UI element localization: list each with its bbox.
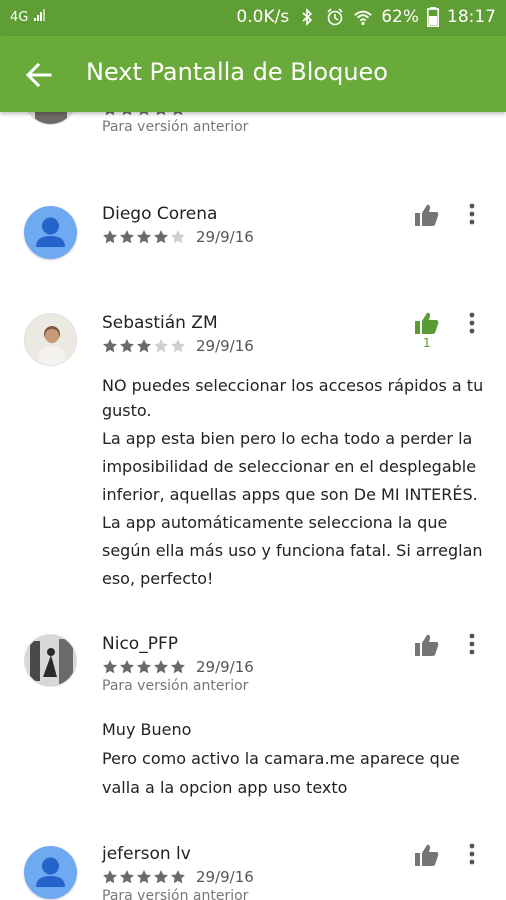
review-title: NO puedes seleccionar los accesos rápido… xyxy=(102,376,484,420)
review-date: 29/9/16 xyxy=(196,337,254,355)
reviewer-name: Sebastián ZM xyxy=(102,313,218,333)
more-options-icon[interactable] xyxy=(466,632,478,656)
signal-icon xyxy=(33,9,45,21)
review-item: Para versión anterior xyxy=(0,112,506,142)
rating-stars xyxy=(102,229,186,245)
avatar[interactable] xyxy=(24,634,77,687)
review-text: NO puedes seleccionar los accesos rápido… xyxy=(102,373,492,593)
star-filled-icon xyxy=(173,112,183,116)
rating-stars xyxy=(102,112,186,117)
star-filled-icon xyxy=(137,339,151,353)
star-filled-icon xyxy=(122,112,132,116)
review-body: La app esta bien pero lo echa todo a per… xyxy=(102,429,483,588)
avatar[interactable] xyxy=(24,313,77,366)
network-speed: 0.0K/s xyxy=(236,7,290,27)
star-filled-icon xyxy=(103,339,117,353)
reviewer-name: jeferson lv xyxy=(102,844,191,864)
thumbs-up-icon[interactable] xyxy=(414,310,440,336)
review-item: Sebastián ZM 29/9/16 1 NO puedes selecci… xyxy=(0,309,506,599)
review-title: Muy Bueno xyxy=(102,720,192,739)
thumbs-up-icon[interactable] xyxy=(414,202,440,228)
star-empty-icon xyxy=(171,230,185,244)
helpful-count: 1 xyxy=(423,336,431,350)
rating-stars xyxy=(102,338,186,354)
page-title: Next Pantalla de Bloqueo xyxy=(86,58,388,86)
star-filled-icon xyxy=(120,660,134,674)
bluetooth-icon xyxy=(302,8,313,26)
star-filled-icon xyxy=(120,870,134,884)
network-indicator: 4G xyxy=(10,9,48,25)
network-type: 4G xyxy=(10,10,29,25)
more-options-icon[interactable] xyxy=(466,842,478,866)
review-date: 29/9/16 xyxy=(196,228,254,246)
star-filled-icon xyxy=(154,870,168,884)
alarm-icon xyxy=(327,8,343,26)
thumbs-up-icon[interactable] xyxy=(414,842,440,868)
more-options-icon[interactable] xyxy=(466,202,478,226)
star-filled-icon xyxy=(120,230,134,244)
star-empty-icon xyxy=(171,339,185,353)
review-date: 29/9/16 xyxy=(196,658,254,676)
version-note: Para versión anterior xyxy=(102,678,249,694)
star-filled-icon xyxy=(137,660,151,674)
app-bar: Next Pantalla de Bloqueo xyxy=(0,36,506,112)
reviewer-name: Nico_PFP xyxy=(102,634,178,654)
star-filled-icon xyxy=(154,660,168,674)
avatar xyxy=(24,112,77,125)
rating-stars xyxy=(102,869,186,885)
star-filled-icon xyxy=(103,870,117,884)
battery-icon xyxy=(427,7,439,27)
star-filled-icon xyxy=(105,112,115,116)
battery-percent: 62% xyxy=(381,7,419,27)
star-filled-icon xyxy=(103,660,117,674)
star-filled-icon xyxy=(154,230,168,244)
review-item: jeferson lv 29/9/16 Para versión anterio… xyxy=(0,840,506,900)
thumbs-up-icon[interactable] xyxy=(414,632,440,658)
star-filled-icon xyxy=(156,112,166,116)
more-options-icon[interactable] xyxy=(466,311,478,335)
star-filled-icon xyxy=(171,660,185,674)
review-body: Pero como activo la camara.me aparece qu… xyxy=(102,749,460,797)
avatar[interactable] xyxy=(24,206,77,259)
rating-stars xyxy=(102,659,186,675)
star-filled-icon xyxy=(137,870,151,884)
version-note: Para versión anterior xyxy=(102,888,249,900)
star-filled-icon xyxy=(137,230,151,244)
reviewer-name: Diego Corena xyxy=(102,204,218,224)
reviews-list[interactable]: Para versión anterior Diego Corena 29/9/… xyxy=(0,112,506,900)
status-right: 0.0K/s 62% 18:17 xyxy=(236,7,496,27)
star-filled-icon xyxy=(171,870,185,884)
review-date: 29/9/16 xyxy=(196,868,254,886)
review-item: Diego Corena 29/9/16 xyxy=(0,200,506,280)
review-item: Nico_PFP 29/9/16 Para versión anterior M… xyxy=(0,630,506,820)
review-text: Muy Bueno Pero como activo la camara.me … xyxy=(102,715,492,802)
star-filled-icon xyxy=(103,230,117,244)
arrow-back-icon[interactable] xyxy=(22,58,56,92)
clock: 18:17 xyxy=(447,7,496,27)
star-filled-icon xyxy=(120,339,134,353)
star-empty-icon xyxy=(154,339,168,353)
star-filled-icon xyxy=(139,112,149,116)
version-note: Para versión anterior xyxy=(102,119,249,135)
wifi-icon xyxy=(354,10,372,25)
avatar[interactable] xyxy=(24,846,77,899)
status-bar: 4G 0.0K/s 62% 18:17 xyxy=(0,0,506,36)
